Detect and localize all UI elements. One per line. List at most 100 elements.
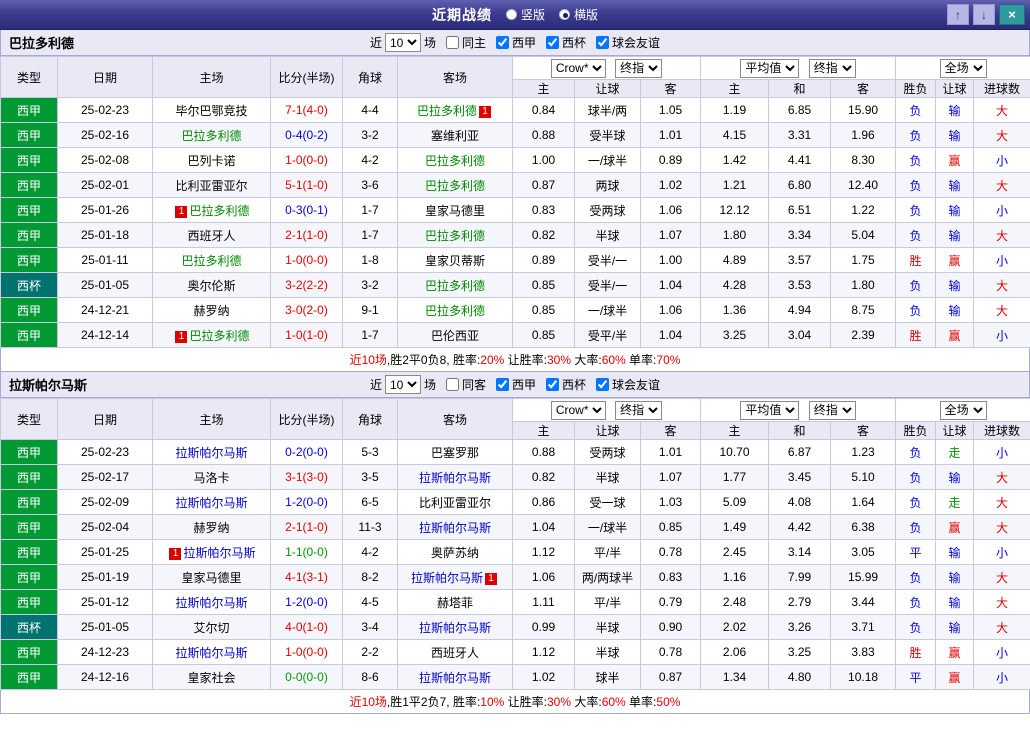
handicap-result-cell: 输 [935, 97, 975, 123]
home-team-cell: 拉斯帕尔马斯 [152, 439, 271, 465]
date-cell: 25-01-11 [57, 247, 153, 273]
match-row: 西甲 25-02-17 马洛卡 3-1(3-0) 3-5 拉斯帕尔马斯 0.82 半球 1.07… [0, 464, 1030, 490]
away-odds-cell: 1.01 [639, 122, 702, 148]
away-odds-cell: 1.01 [639, 439, 702, 465]
avg-home-cell: 2.06 [700, 639, 770, 665]
result-cell: 胜 [895, 247, 937, 273]
score-cell: 1-0(1-0) [270, 322, 343, 348]
away-odds-cell: 0.78 [639, 539, 702, 565]
handicap-cell: 受两球 [574, 197, 641, 223]
date-cell: 25-02-23 [57, 439, 153, 465]
away-odds-cell: 0.90 [639, 614, 702, 640]
goals-cell: 小 [973, 197, 1030, 223]
odds-time-select[interactable]: 终指 [615, 400, 663, 420]
odds-source-select[interactable]: Crow* [550, 400, 606, 420]
scroll-down-button[interactable]: ↓ [973, 4, 995, 25]
goals-cell: 小 [973, 439, 1030, 465]
avg-source-select[interactable]: 平均值 [740, 58, 800, 78]
date-cell: 25-01-19 [57, 564, 153, 590]
filter-checkbox-friendly[interactable]: 球会友谊 [596, 376, 660, 393]
summary-text: 近10场 [349, 353, 387, 367]
handicap-result-cell: 赢 [935, 147, 975, 173]
match-row: 西甲 25-02-23 拉斯帕尔马斯 0-2(0-0) 5-3 巴塞罗那 0.88 受两球 1.… [0, 439, 1030, 465]
home-odds-cell: 0.87 [512, 172, 575, 198]
summary-text: 30% [546, 695, 572, 709]
handicap-result-cell: 赢 [935, 322, 975, 348]
filter-checkbox-same-venue[interactable]: 同客 [445, 376, 486, 393]
home-team-cell: 1 巴拉多利德 [152, 322, 271, 348]
avg-away-cell: 1.64 [830, 489, 897, 515]
away-odds-cell: 1.07 [639, 222, 702, 248]
avg-draw-cell: 7.99 [768, 564, 832, 590]
summary-bar: 近10场,胜2平0负8, 胜率:20% 让胜率:30% 大率:60% 单率:70… [0, 348, 1030, 372]
home-team-cell: 艾尔切 [152, 614, 271, 640]
radio-label: 竖版 [520, 8, 545, 22]
league-cell: 西甲 [0, 464, 58, 490]
summary-text: ,胜2平0负8, 胜率: [386, 353, 481, 367]
layout-radio-vertical[interactable]: 竖版 [505, 6, 545, 23]
match-row: 西甲 24-12-23 拉斯帕尔马斯 1-0(0-0) 2-2 西班牙人 1.12 半球 0.7… [0, 639, 1030, 665]
corner-cell: 2-2 [342, 639, 398, 665]
avg-home-cell: 1.80 [700, 222, 770, 248]
red-card-badge: 1 [175, 330, 188, 343]
home-odds-cell: 0.88 [512, 122, 575, 148]
date-cell: 25-01-25 [57, 539, 153, 565]
filter-checkbox-copa[interactable]: 西杯 [546, 376, 586, 393]
filter-checkbox-laliga[interactable]: 西甲 [496, 376, 536, 393]
league-cell: 西甲 [0, 322, 58, 348]
handicap-result-cell: 输 [935, 564, 975, 590]
odds-source-select[interactable]: Crow* [550, 58, 606, 78]
home-odds-cell: 1.12 [512, 539, 575, 565]
home-team-name: 拉斯帕尔马斯 [175, 495, 248, 510]
match-count-select[interactable]: 10 [384, 33, 421, 52]
handicap-cell: 半球 [574, 639, 641, 665]
red-card-badge: 1 [175, 205, 188, 218]
avg-time-select[interactable]: 终指 [808, 400, 856, 420]
filter-checkbox-laliga[interactable]: 西甲 [496, 34, 536, 51]
result-cell: 负 [895, 439, 937, 465]
goals-cell: 大 [973, 97, 1030, 123]
close-button[interactable]: × [999, 4, 1025, 25]
scope-select[interactable]: 全场 [939, 58, 987, 78]
odds-time-select[interactable]: 终指 [615, 58, 663, 78]
away-team-name: 拉斯帕尔马斯 [418, 620, 491, 635]
league-cell: 西甲 [0, 172, 58, 198]
layout-radio-horizontal[interactable]: 横版 [559, 6, 598, 23]
away-team-cell: 巴拉多利德 1 [397, 97, 513, 123]
col-header-goals: 进球数 [973, 79, 1030, 98]
avg-source-select[interactable]: 平均值 [740, 400, 800, 420]
match-count-select[interactable]: 10 [384, 375, 421, 394]
handicap-cell: 一/球半 [574, 297, 641, 323]
avg-away-cell: 12.40 [830, 172, 897, 198]
match-row: 西甲 25-01-25 1 拉斯帕尔马斯 1-1(0-0) 4-2 奥萨苏纳 1.12 平/半 0… [0, 539, 1030, 565]
filter-checkbox-friendly[interactable]: 球会友谊 [596, 34, 660, 51]
handicap-result-cell: 输 [935, 172, 975, 198]
score-cell: 4-1(3-1) [270, 564, 343, 590]
corner-cell: 3-5 [342, 464, 398, 490]
summary-text: 30% [546, 353, 572, 367]
avg-draw-cell: 4.80 [768, 664, 832, 690]
league-cell: 西甲 [0, 439, 58, 465]
away-team-name: 巴拉多利德 [424, 278, 485, 293]
filter-checkbox-copa[interactable]: 西杯 [546, 34, 586, 51]
scope-select[interactable]: 全场 [939, 400, 987, 420]
recent-results-panel: 近期战绩 竖版 横版 ↑ ↓ × 巴拉多利德 近 10 场 同主 西甲 西杯 球… [0, 0, 1030, 714]
scroll-up-button[interactable]: ↑ [947, 4, 969, 25]
avg-away-cell: 1.22 [830, 197, 897, 223]
league-cell: 西甲 [0, 247, 58, 273]
handicap-cell: 半球 [574, 464, 641, 490]
avg-home-cell: 1.42 [700, 147, 770, 173]
match-row: 西甲 25-02-09 拉斯帕尔马斯 1-2(0-0) 6-5 比利亚雷亚尔 0.86 受一球… [0, 489, 1030, 515]
home-odds-cell: 0.85 [512, 272, 575, 298]
filter-checkbox-same-venue[interactable]: 同主 [445, 34, 486, 51]
away-team-cell: 西班牙人 [397, 639, 513, 665]
score-cell: 1-0(0-0) [270, 639, 343, 665]
score-cell: 2-1(1-0) [270, 222, 343, 248]
matches-table: 类型 日期 主场 比分(半场) 角球 客场 Crow* 终指 平均值 终指 全场… [0, 398, 1030, 690]
away-odds-cell: 1.06 [639, 297, 702, 323]
col-header-odds-away: 客 [639, 421, 702, 440]
corner-cell: 1-7 [342, 322, 398, 348]
avg-time-select[interactable]: 终指 [808, 58, 856, 78]
league-cell: 西甲 [0, 97, 58, 123]
league-cell: 西甲 [0, 589, 58, 615]
